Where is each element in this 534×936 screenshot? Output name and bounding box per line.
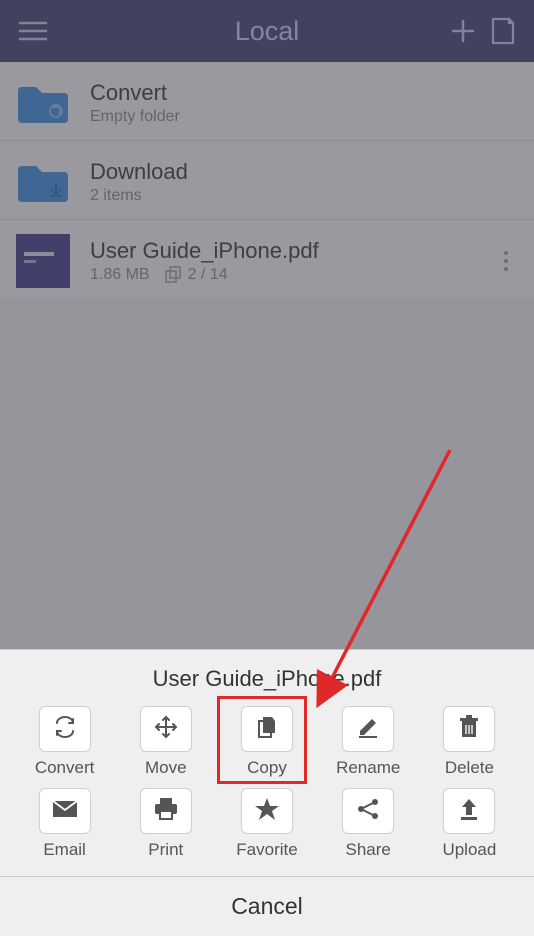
new-doc-icon[interactable] — [490, 16, 516, 46]
action-share[interactable]: Share — [320, 788, 417, 860]
file-name: User Guide_iPhone.pdf — [90, 238, 474, 264]
email-icon — [52, 800, 78, 823]
list-item[interactable]: User Guide_iPhone.pdf 1.86 MB 2 / 14 — [0, 220, 534, 298]
cancel-button[interactable]: Cancel — [0, 876, 534, 936]
action-label: Email — [43, 840, 86, 860]
action-grid: Convert Move Copy Rename Delete — [0, 702, 534, 876]
print-icon — [153, 797, 179, 826]
action-delete[interactable]: Delete — [421, 706, 518, 778]
action-upload[interactable]: Upload — [421, 788, 518, 860]
pdf-thumbnail-icon — [16, 234, 70, 288]
file-meta: 2 items — [90, 187, 142, 205]
page-indicator: 2 / 14 — [164, 266, 228, 284]
file-name: Download — [90, 159, 518, 185]
menu-icon[interactable] — [18, 20, 48, 42]
more-options-icon[interactable] — [494, 250, 518, 272]
action-sheet: User Guide_iPhone.pdf Convert Move Copy … — [0, 649, 534, 936]
action-favorite[interactable]: Favorite — [218, 788, 315, 860]
move-icon — [154, 715, 178, 744]
action-copy[interactable]: Copy — [218, 706, 315, 778]
rename-icon — [356, 715, 380, 744]
list-item[interactable]: Convert Empty folder — [0, 62, 534, 141]
action-convert[interactable]: Convert — [16, 706, 113, 778]
list-item[interactable]: Download 2 items — [0, 141, 534, 220]
share-icon — [356, 797, 380, 826]
file-list: Convert Empty folder Download 2 items Us… — [0, 62, 534, 298]
action-label: Delete — [445, 758, 494, 778]
favorite-icon — [254, 797, 280, 826]
action-rename[interactable]: Rename — [320, 706, 417, 778]
folder-icon — [16, 76, 70, 130]
action-email[interactable]: Email — [16, 788, 113, 860]
action-label: Upload — [442, 840, 496, 860]
copy-icon — [256, 715, 278, 744]
app-header: Local — [0, 0, 534, 62]
action-label: Share — [346, 840, 391, 860]
action-label: Convert — [35, 758, 95, 778]
action-label: Copy — [247, 758, 287, 778]
pages-icon — [164, 266, 182, 284]
page-title: Local — [118, 16, 416, 47]
folder-icon — [16, 155, 70, 209]
action-move[interactable]: Move — [117, 706, 214, 778]
action-label: Favorite — [236, 840, 297, 860]
upload-icon — [458, 797, 480, 826]
convert-icon — [52, 716, 78, 743]
action-label: Rename — [336, 758, 400, 778]
plus-icon[interactable] — [450, 18, 476, 44]
sheet-title: User Guide_iPhone.pdf — [0, 650, 534, 702]
action-print[interactable]: Print — [117, 788, 214, 860]
file-name: Convert — [90, 80, 518, 106]
file-meta: Empty folder — [90, 108, 180, 126]
action-label: Print — [148, 840, 183, 860]
action-label: Move — [145, 758, 187, 778]
file-size: 1.86 MB — [90, 266, 150, 284]
delete-icon — [459, 715, 479, 744]
